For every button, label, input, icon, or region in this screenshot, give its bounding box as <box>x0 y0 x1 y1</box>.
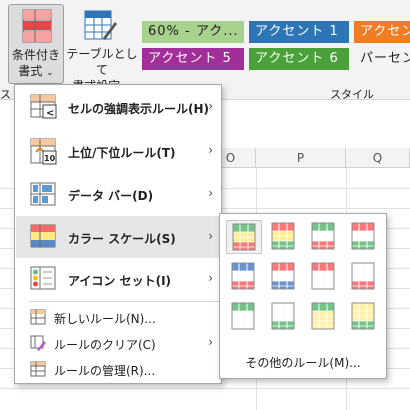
cell-style-accent-1[interactable]: アクセント 1 <box>249 21 349 43</box>
cf-label-line1: 条件付き <box>11 48 60 62</box>
color-scale-option[interactable] <box>306 220 342 254</box>
color-scale-swatch-icon <box>311 302 335 330</box>
more-rules-button[interactable]: その他のルール(M)... <box>220 354 386 371</box>
icon-sets-icon <box>30 266 58 295</box>
menu-item-label: セルの強調表示ルール(H) <box>68 102 210 116</box>
cell-style-60-accent[interactable]: 60% - アク... <box>142 21 244 43</box>
conditional-formatting-label: 条件付き 書式 ⌄ <box>9 47 63 81</box>
color-scale-option[interactable] <box>306 260 342 294</box>
color-scale-option[interactable] <box>306 300 342 334</box>
menu-item-label: ルールのクリア(C) <box>54 338 156 352</box>
column-header-p[interactable]: P <box>256 148 346 168</box>
menu-item-label: カラー スケール(S) <box>68 232 176 246</box>
manage-rules-icon <box>30 361 46 380</box>
conditional-formatting-menu: < セルの強調表示ルール(H) › 10 上位/下位ルール(T) › データ バ… <box>14 84 222 384</box>
color-scale-swatch-icon <box>351 302 375 330</box>
fat-label-line1: テーブルとして <box>66 47 138 77</box>
color-scale-swatch-icon <box>351 222 375 250</box>
conditional-formatting-icon <box>22 9 52 46</box>
submenu-arrow-icon: › <box>208 186 213 200</box>
menu-item-highlight-cells-rules[interactable]: < セルの強調表示ルール(H) › <box>16 86 221 130</box>
cf-label-line2: 書式 <box>18 64 43 78</box>
color-scales-submenu: その他のルール(M)... <box>219 213 387 379</box>
menu-item-color-scales[interactable]: カラー スケール(S) › <box>16 216 221 258</box>
color-scale-swatch-icon <box>232 223 256 251</box>
menu-item-clear-rules[interactable]: ルールのクリア(C) › <box>16 330 221 356</box>
color-scale-option[interactable] <box>266 300 302 334</box>
grid-line <box>0 388 410 389</box>
color-scale-option[interactable] <box>346 220 382 254</box>
color-scale-swatch-icon <box>351 262 375 290</box>
svg-text:10: 10 <box>44 154 56 163</box>
chevron-down-icon: ⌄ <box>46 68 54 78</box>
highlight-cells-icon: < <box>30 94 58 123</box>
column-header-q[interactable]: Q <box>346 148 410 168</box>
cell-style-percent[interactable]: パーセント <box>354 48 410 70</box>
clear-rules-icon <box>30 335 46 354</box>
color-scale-option[interactable] <box>226 260 262 294</box>
color-scale-option[interactable] <box>226 220 262 254</box>
menu-item-label: 上位/下位ルール(T) <box>68 146 176 160</box>
color-scales-icon <box>30 224 58 253</box>
submenu-arrow-icon: › <box>208 271 213 285</box>
svg-text:<: < <box>46 108 54 119</box>
submenu-arrow-icon: › <box>208 143 213 157</box>
menu-item-icon-sets[interactable]: アイコン セット(I) › <box>16 258 221 300</box>
submenu-arrow-icon: › <box>208 229 213 243</box>
color-scale-option[interactable] <box>266 260 302 294</box>
menu-separator <box>29 301 221 302</box>
cell-style-accent-6[interactable]: アクセント 6 <box>249 48 349 70</box>
menu-item-label: アイコン セット(I) <box>68 274 172 288</box>
menu-item-manage-rules[interactable]: ルールの管理(R)... <box>16 356 221 382</box>
menu-item-new-rule[interactable]: 新しいルール(N)... <box>16 304 221 330</box>
menu-item-label: ルールの管理(R)... <box>54 364 156 378</box>
color-scale-swatch-icon <box>231 302 255 330</box>
color-scale-swatch-icon <box>271 262 295 290</box>
conditional-formatting-button[interactable]: 条件付き 書式 ⌄ <box>8 4 64 84</box>
menu-item-label: 新しいルール(N)... <box>54 312 156 326</box>
cell-style-accent-5[interactable]: アクセント 5 <box>142 48 244 70</box>
format-as-table-button[interactable]: テーブルとして 書式設定 ⌄ <box>66 4 138 93</box>
submenu-arrow-icon: › <box>208 99 213 113</box>
cell-style-accent-2[interactable]: アクセント 2 <box>354 21 410 43</box>
format-as-table-icon <box>84 8 118 45</box>
color-scale-option[interactable] <box>226 300 262 334</box>
new-rule-icon <box>30 309 46 328</box>
color-scale-swatch-icon <box>311 222 335 250</box>
menu-item-label: データ バー(D) <box>68 189 154 203</box>
data-bars-icon <box>30 182 58 211</box>
color-scale-option[interactable] <box>346 260 382 294</box>
submenu-arrow-icon: › <box>208 335 213 349</box>
color-scale-option[interactable] <box>346 300 382 334</box>
color-scale-swatch-icon <box>271 302 295 330</box>
top-bottom-icon: 10 <box>30 138 58 169</box>
color-scale-swatch-icon <box>231 262 255 290</box>
menu-item-data-bars[interactable]: データ バー(D) › <box>16 174 221 216</box>
color-scale-swatch-icon <box>271 222 295 250</box>
menu-item-top-bottom-rules[interactable]: 10 上位/下位ルール(T) › <box>16 130 221 174</box>
color-scale-option[interactable] <box>266 220 302 254</box>
color-scale-swatch-icon <box>311 262 335 290</box>
